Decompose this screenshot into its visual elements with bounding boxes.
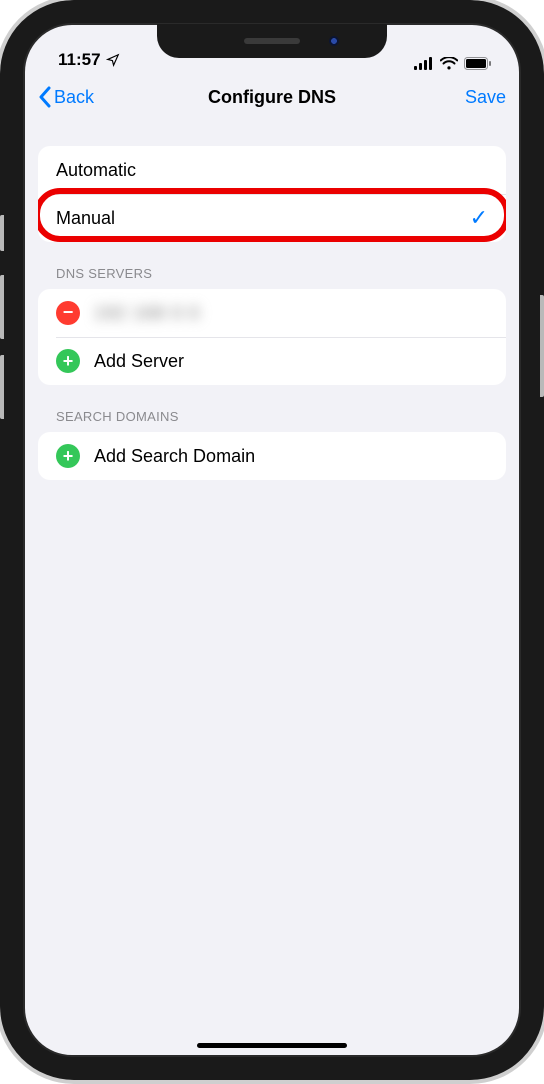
add-icon: + — [56, 349, 80, 373]
battery-icon — [464, 57, 492, 70]
content: Automatic Manual ✓ DNS SERVERS − 192 168… — [24, 122, 520, 1056]
home-indicator[interactable] — [197, 1043, 347, 1048]
dns-server-value: 192 168 0 0 — [94, 303, 488, 324]
chevron-left-icon — [38, 86, 52, 108]
option-label: Automatic — [56, 160, 488, 181]
option-label: Manual — [56, 208, 470, 229]
add-search-domain-button[interactable]: + Add Search Domain — [38, 432, 506, 480]
add-search-domain-label: Add Search Domain — [94, 446, 488, 467]
dns-mode-group: Automatic Manual ✓ — [38, 146, 506, 242]
remove-icon[interactable]: − — [56, 301, 80, 325]
device-volume-up — [0, 275, 4, 339]
dns-mode-manual[interactable]: Manual ✓ — [38, 194, 506, 242]
status-right — [414, 57, 492, 70]
search-domains-group: + Add Search Domain — [38, 432, 506, 480]
front-camera — [329, 36, 339, 46]
device-volume-down — [0, 355, 4, 419]
cellular-signal-icon — [414, 57, 434, 70]
back-button[interactable]: Back — [38, 86, 118, 108]
section-header-search-domains: SEARCH DOMAINS — [38, 385, 506, 432]
device-notch — [157, 24, 387, 58]
dns-mode-automatic[interactable]: Automatic — [38, 146, 506, 194]
add-server-button[interactable]: + Add Server — [38, 337, 506, 385]
device-side-button — [540, 295, 544, 397]
checkmark-icon: ✓ — [470, 205, 488, 231]
dns-server-row[interactable]: − 192 168 0 0 — [38, 289, 506, 337]
nav-bar: Back Configure DNS Save — [24, 72, 520, 122]
section-header-dns-servers: DNS SERVERS — [38, 242, 506, 289]
dns-servers-group: − 192 168 0 0 + Add Server — [38, 289, 506, 385]
page-title: Configure DNS — [118, 87, 426, 108]
back-label: Back — [54, 87, 94, 108]
device-silent-switch — [0, 215, 4, 251]
save-button[interactable]: Save — [426, 87, 506, 108]
add-server-label: Add Server — [94, 351, 488, 372]
screen: 11:57 — [24, 24, 520, 1056]
add-icon: + — [56, 444, 80, 468]
status-time: 11:57 — [58, 50, 101, 70]
wifi-icon — [440, 57, 458, 70]
status-left: 11:57 — [58, 50, 120, 70]
speaker-grille — [244, 38, 300, 44]
location-arrow-icon — [106, 53, 120, 67]
